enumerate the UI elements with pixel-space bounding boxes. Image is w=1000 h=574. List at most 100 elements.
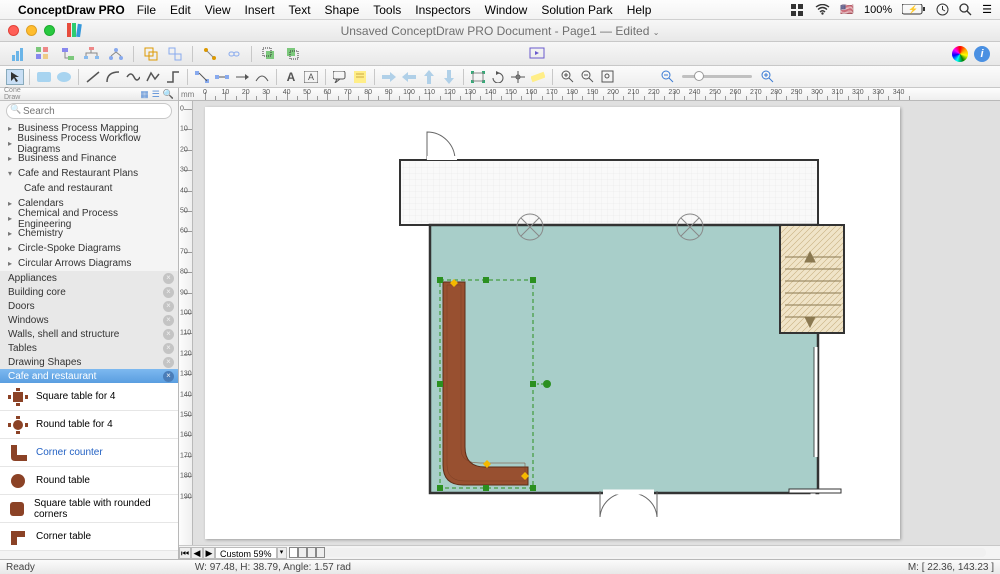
menu-file[interactable]: File [137,3,156,17]
zoom-out2-icon[interactable] [658,69,676,85]
notification-center-icon[interactable] [791,4,805,16]
note-tool-icon[interactable] [351,69,369,85]
smart-connector-icon[interactable] [193,69,211,85]
wifi-icon[interactable] [815,4,830,15]
lib-category[interactable]: Drawing Shapes× [0,355,178,369]
rect-tool-icon[interactable] [35,69,53,85]
connector-line-icon[interactable] [164,69,182,85]
polyline-tool-icon[interactable] [144,69,162,85]
orgchart-icon[interactable] [82,45,102,63]
connector-icon[interactable] [200,45,220,63]
lib-item[interactable]: ▸Business Process Workflow Diagrams [0,136,178,151]
menu-inspectors[interactable]: Inspectors [415,3,470,17]
drawing-canvas[interactable] [193,101,1000,545]
network-icon[interactable] [106,45,126,63]
shape-round-table[interactable]: Round table [0,467,178,495]
arrow-down-icon[interactable] [440,69,458,85]
zoom-in2-icon[interactable] [758,69,776,85]
close-icon[interactable]: × [163,273,174,284]
pointer-tool-icon[interactable] [6,69,24,85]
menu-insert[interactable]: Insert [245,3,275,17]
page-prev-button[interactable]: ◀ [191,547,203,559]
lib-item[interactable]: ▸Circular Arrows Diagrams [0,256,178,271]
lib-item[interactable]: ▸Circle-Spoke Diagrams [0,241,178,256]
fullscreen-button[interactable] [44,25,55,36]
arrow-up-icon[interactable] [420,69,438,85]
measure-icon[interactable] [529,69,547,85]
callout-tool-icon[interactable] [331,69,349,85]
presentation-icon[interactable] [527,45,547,63]
spline-tool-icon[interactable] [124,69,142,85]
lib-category-selected[interactable]: Cafe and restaurant× [0,369,178,383]
arrow-left-icon[interactable] [400,69,418,85]
menu-tools[interactable]: Tools [373,3,401,17]
send-back-icon[interactable] [259,45,279,63]
menu-solution-park[interactable]: Solution Park [541,3,612,17]
arrow-right-icon[interactable] [380,69,398,85]
color-wheel-icon[interactable] [952,46,968,62]
text-box-icon[interactable]: A [302,69,320,85]
lib-category[interactable]: Walls, shell and structure× [0,327,178,341]
lib-item[interactable]: ▸Chemical and Process Engineering [0,211,178,226]
close-icon[interactable]: × [163,287,174,298]
menu-edit[interactable]: Edit [170,3,191,17]
spotlight-icon[interactable] [959,3,972,16]
battery-icon[interactable]: ⚡ [902,4,926,15]
menu-view[interactable]: View [205,3,231,17]
vertical-ruler[interactable]: 0102030405060708090100110120130140150160… [179,101,193,545]
shape-square-table-4[interactable]: Square table for 4 [0,383,178,411]
close-icon[interactable]: × [163,343,174,354]
app-name[interactable]: ConceptDraw PRO [18,3,125,17]
timemachine-icon[interactable] [936,3,949,16]
ungroup-icon[interactable] [165,45,185,63]
zoom-out-icon[interactable] [578,69,596,85]
direct-connector-icon[interactable] [213,69,231,85]
shape-square-rounded[interactable]: Square table with rounded corners [0,495,178,523]
page-thumbs[interactable] [289,547,325,558]
flag-icon[interactable]: 🇺🇸 [840,3,854,16]
lib-subitem[interactable]: Cafe and restaurant [0,181,178,196]
shape-round-table-4[interactable]: Round table for 4 [0,411,178,439]
menu-text[interactable]: Text [289,3,311,17]
lib-category[interactable]: Appliances× [0,271,178,285]
menu-extras-icon[interactable]: ☰ [982,3,992,16]
close-button[interactable] [8,25,19,36]
zoom-fit-icon[interactable] [598,69,616,85]
arrow-connector-icon[interactable] [233,69,251,85]
ellipse-tool-icon[interactable] [55,69,73,85]
page-first-button[interactable]: ⏮ [179,547,191,559]
zoom-dropdown[interactable]: ▾ [277,547,287,559]
flowchart-icon[interactable] [58,45,78,63]
zoom-in-icon[interactable] [558,69,576,85]
line-tool-icon[interactable] [84,69,102,85]
minimize-button[interactable] [26,25,37,36]
shape-corner-counter[interactable]: Corner counter [0,439,178,467]
grid-view-icon[interactable]: ▦ [140,89,149,100]
edit-points-icon[interactable] [469,69,487,85]
curved-connector-icon[interactable] [253,69,271,85]
close-icon[interactable]: × [163,301,174,312]
snap-icon[interactable] [509,69,527,85]
group-icon[interactable] [141,45,161,63]
bring-front-icon[interactable] [283,45,303,63]
zoom-display[interactable]: Custom 59% [215,547,277,559]
arc-tool-icon[interactable] [104,69,122,85]
lib-category[interactable]: Building core× [0,285,178,299]
text-tool-icon[interactable]: A [282,69,300,85]
info-icon[interactable]: i [974,46,990,62]
menu-shape[interactable]: Shape [325,3,360,17]
shape-corner-table[interactable]: Corner table [0,523,178,551]
close-icon[interactable]: × [163,329,174,340]
rotate-icon[interactable] [489,69,507,85]
library-toggle-icon[interactable] [67,23,83,39]
menu-help[interactable]: Help [627,3,652,17]
search-input[interactable] [6,103,172,119]
lib-category[interactable]: Windows× [0,313,178,327]
lib-category[interactable]: Tables× [0,341,178,355]
close-icon[interactable]: × [163,371,174,382]
horizontal-scrollbar[interactable]: ⏮ ◀ ▶ Custom 59% ▾ [179,545,1000,559]
chart-type-1-icon[interactable] [10,45,30,63]
lib-item[interactable]: ▾Cafe and Restaurant Plans [0,166,178,181]
close-icon[interactable]: × [163,315,174,326]
search-toggle-icon[interactable]: 🔍 [163,89,174,100]
